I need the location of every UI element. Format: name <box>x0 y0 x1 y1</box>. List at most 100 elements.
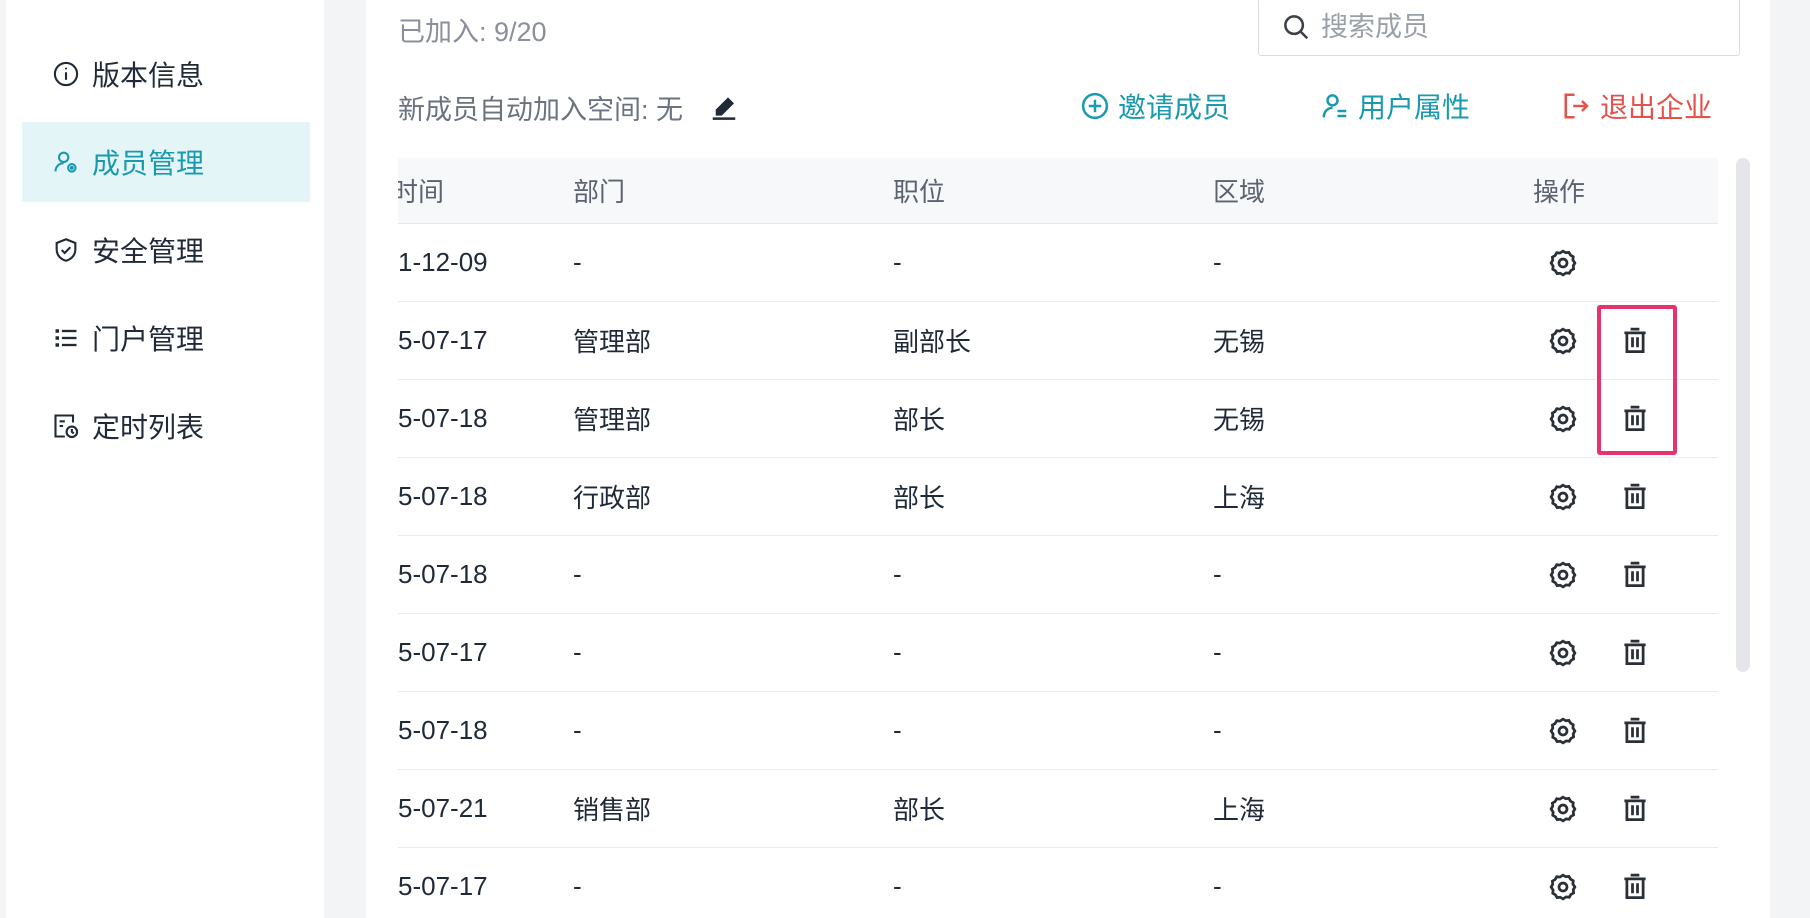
sidebar-item-portal-management[interactable]: 门户管理 <box>22 298 310 378</box>
exit-enterprise-button[interactable]: 退出企业 <box>1562 86 1712 126</box>
gear-icon[interactable] <box>1548 872 1578 902</box>
cell-position: 副部长 <box>893 327 972 357</box>
table-body: 1-12-09- - -5-07-17 管理部 副部长 无锡 5-07-18 管理部 部长 无锡 5… <box>398 224 1718 918</box>
cell-time: 5-07-18 <box>398 403 488 433</box>
trash-icon[interactable] <box>1620 794 1650 824</box>
trash-icon[interactable] <box>1620 404 1650 434</box>
cell-actions <box>1533 404 1718 434</box>
table-row: 5-07-17 - - - <box>398 848 1718 918</box>
trash-icon[interactable] <box>1620 716 1650 746</box>
sidebar-item-label: 定时列表 <box>92 412 205 443</box>
auto-join-setting: 新成员自动加入空间: 无 <box>398 88 739 127</box>
cell-time: 1-12-09 <box>398 247 488 277</box>
trash-icon[interactable] <box>1620 872 1650 902</box>
table-row: 5-07-18 - - - <box>398 692 1718 770</box>
sidebar-item-label: 门户管理 <box>92 324 205 355</box>
column-header-area: 区域 <box>1213 177 1266 207</box>
cell-time: 5-07-17 <box>398 325 488 355</box>
cell-position: 部长 <box>893 483 946 513</box>
edit-icon[interactable] <box>709 93 739 123</box>
cell-actions <box>1533 482 1718 512</box>
invite-member-label: 邀请成员 <box>1118 92 1231 123</box>
cell-department: - <box>573 871 582 901</box>
cell-department: - <box>573 559 582 589</box>
column-header-department: 部门 <box>573 177 626 207</box>
cell-area: 上海 <box>1213 483 1266 513</box>
info-icon <box>53 61 79 87</box>
cell-department: - <box>573 637 582 667</box>
member-search[interactable] <box>1258 0 1740 56</box>
cell-actions <box>1533 248 1718 278</box>
sidebar-item-label: 安全管理 <box>92 236 205 267</box>
cell-time: 5-07-17 <box>398 637 488 667</box>
table-row: 5-07-17 管理部 副部长 无锡 <box>398 302 1718 380</box>
gear-icon[interactable] <box>1548 482 1578 512</box>
table-row: 5-07-18 管理部 部长 无锡 <box>398 380 1718 458</box>
gear-icon[interactable] <box>1548 248 1578 278</box>
trash-icon[interactable] <box>1620 638 1650 668</box>
sidebar-item-version-info[interactable]: 版本信息 <box>22 34 310 114</box>
cell-actions <box>1533 560 1718 590</box>
trash-icon[interactable] <box>1620 326 1650 356</box>
cell-time: 5-07-18 <box>398 715 488 745</box>
gear-icon[interactable] <box>1548 560 1578 590</box>
cell-department: 销售部 <box>573 795 652 825</box>
cell-time: 5-07-21 <box>398 793 488 823</box>
user-attributes-label: 用户属性 <box>1358 92 1471 123</box>
cell-position: - <box>893 871 902 901</box>
gear-icon[interactable] <box>1548 716 1578 746</box>
main-panel: 已加入: 9/20 新成员自动加入空间: 无 邀请成员 用户属性 退出企业 时间… <box>366 0 1770 918</box>
column-header-time: 时间 <box>398 177 445 207</box>
user-attributes-button[interactable]: 用户属性 <box>1320 86 1470 126</box>
cell-position: 部长 <box>893 405 946 435</box>
cell-time: 5-07-18 <box>398 559 488 589</box>
search-input[interactable] <box>1321 11 1701 43</box>
cell-position: - <box>893 637 902 667</box>
cell-area: - <box>1213 715 1222 745</box>
sidebar-item-member-management[interactable]: 成员管理 <box>22 122 310 202</box>
cell-department: - <box>573 715 582 745</box>
cell-area: 上海 <box>1213 795 1266 825</box>
table-row: 5-07-21 销售部 部长 上海 <box>398 770 1718 848</box>
cell-time: 5-07-17 <box>398 871 488 901</box>
sidebar: 版本信息 成员管理 安全管理 门户管理 定时列表 <box>6 0 324 918</box>
trash-icon[interactable] <box>1620 560 1650 590</box>
cell-area: 无锡 <box>1213 405 1266 435</box>
cell-position: 部长 <box>893 795 946 825</box>
cell-position: - <box>893 715 902 745</box>
cell-department: 管理部 <box>573 327 652 357</box>
logout-icon <box>1564 93 1589 119</box>
table-row: 5-07-17 - - - <box>398 614 1718 692</box>
table-scrollbar[interactable] <box>1736 158 1750 672</box>
cell-actions <box>1533 326 1718 356</box>
gear-icon[interactable] <box>1548 794 1578 824</box>
cell-department: - <box>573 247 582 277</box>
shield-check-icon <box>55 238 77 262</box>
cell-area: - <box>1213 247 1222 277</box>
search-icon <box>1284 15 1309 40</box>
gear-icon[interactable] <box>1548 638 1578 668</box>
cell-department: 行政部 <box>573 483 652 513</box>
gear-icon[interactable] <box>1548 404 1578 434</box>
cell-area: - <box>1213 637 1222 667</box>
table-row: 5-07-18 行政部 部长 上海 <box>398 458 1718 536</box>
sidebar-item-security-management[interactable]: 安全管理 <box>22 210 310 290</box>
invite-member-button[interactable]: 邀请成员 <box>1080 86 1230 126</box>
table-header: 时间 部门 职位 区域 操作 <box>398 158 1718 224</box>
cell-position: - <box>893 559 902 589</box>
member-table: 时间 部门 职位 区域 操作 1-12-09- - -5-07-17 管理部 副部长 无锡… <box>398 158 1718 918</box>
cell-department: 管理部 <box>573 405 652 435</box>
gear-icon[interactable] <box>1548 326 1578 356</box>
list-icon <box>55 329 77 347</box>
exit-enterprise-label: 退出企业 <box>1600 92 1713 123</box>
sidebar-item-scheduled-list[interactable]: 定时列表 <box>22 386 310 466</box>
joined-count: 已加入: 9/20 <box>398 17 547 47</box>
cell-area: - <box>1213 871 1222 901</box>
cell-area: 无锡 <box>1213 327 1266 357</box>
cell-position: - <box>893 247 902 277</box>
member-settings-icon <box>54 151 77 173</box>
auto-join-text: 新成员自动加入空间: 无 <box>398 95 684 125</box>
trash-icon[interactable] <box>1620 482 1650 512</box>
sidebar-item-label: 成员管理 <box>92 148 205 179</box>
table-row: 5-07-18 - - - <box>398 536 1718 614</box>
